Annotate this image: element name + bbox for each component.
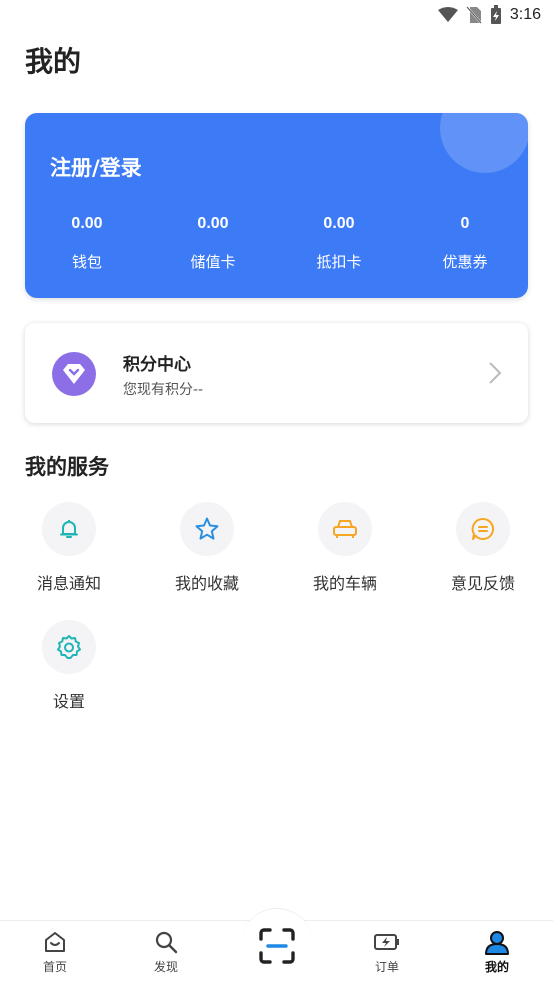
star-icon xyxy=(180,502,234,556)
service-settings[interactable]: 设置 xyxy=(14,620,124,712)
gear-icon xyxy=(42,620,96,674)
wallet-value: 0.00 xyxy=(71,215,103,232)
points-balance-text: 您现有积分-- xyxy=(123,382,204,398)
user-icon xyxy=(462,928,532,956)
account-stats: 0.00 钱包 0.00 储值卡 0.00 抵扣卡 0 优惠券 xyxy=(25,215,528,275)
page-title: 我的 xyxy=(25,45,82,78)
points-center-title: 积分中心 xyxy=(123,355,191,375)
search-icon xyxy=(131,928,201,956)
service-notifications[interactable]: 消息通知 xyxy=(14,502,124,594)
coupon-value: 0 xyxy=(460,215,470,232)
deduction-card-value: 0.00 xyxy=(323,215,355,232)
service-label: 我的收藏 xyxy=(174,574,239,593)
scan-button[interactable] xyxy=(256,926,298,966)
wifi-icon xyxy=(437,7,458,22)
diamond-icon xyxy=(52,352,96,396)
battery-charging-icon xyxy=(490,5,501,24)
coupon-stat[interactable]: 0 优惠券 xyxy=(420,215,510,272)
battery-charge-icon xyxy=(352,928,422,956)
services-section-title: 我的服务 xyxy=(25,455,109,479)
deduction-card-stat[interactable]: 0.00 抵扣卡 xyxy=(294,215,384,272)
stored-value-card-stat[interactable]: 0.00 储值卡 xyxy=(168,215,258,272)
no-sim-icon xyxy=(466,6,482,24)
status-bar: 3:16 xyxy=(0,0,553,32)
tab-label: 发现 xyxy=(153,960,178,974)
service-label: 意见反馈 xyxy=(450,574,515,593)
tab-label: 订单 xyxy=(374,960,399,974)
chevron-right-icon xyxy=(489,362,502,384)
service-feedback[interactable]: 意见反馈 xyxy=(428,502,538,594)
wallet-label: 钱包 xyxy=(71,253,102,271)
chat-icon xyxy=(456,502,510,556)
stored-value-card-value: 0.00 xyxy=(197,215,229,232)
tab-label: 我的 xyxy=(484,960,509,974)
service-label: 消息通知 xyxy=(36,574,101,593)
decorative-circle xyxy=(440,113,528,173)
service-favorites[interactable]: 我的收藏 xyxy=(152,502,262,594)
home-icon xyxy=(20,928,90,956)
tab-mine[interactable]: 我的 xyxy=(462,928,532,975)
points-center-card[interactable]: 积分中心 您现有积分-- xyxy=(25,323,528,423)
service-vehicles[interactable]: 我的车辆 xyxy=(290,502,400,594)
tab-discover[interactable]: 发现 xyxy=(131,928,201,975)
deduction-card-label: 抵扣卡 xyxy=(316,253,362,271)
scan-icon xyxy=(259,928,295,964)
tab-label: 首页 xyxy=(42,960,67,974)
stored-value-card-label: 储值卡 xyxy=(190,253,236,271)
tab-home[interactable]: 首页 xyxy=(20,928,90,975)
service-label: 设置 xyxy=(52,692,85,711)
wallet-stat[interactable]: 0.00 钱包 xyxy=(42,215,132,272)
status-time: 3:16 xyxy=(509,6,541,23)
car-icon xyxy=(318,502,372,556)
bell-icon xyxy=(42,502,96,556)
service-label: 我的车辆 xyxy=(312,574,377,593)
tab-orders[interactable]: 订单 xyxy=(352,928,422,975)
coupon-label: 优惠券 xyxy=(442,253,488,271)
login-register-link[interactable]: 注册/登录 xyxy=(50,152,142,182)
account-card: 注册/登录 0.00 钱包 0.00 储值卡 0.00 抵扣卡 0 优惠券 xyxy=(25,113,528,298)
